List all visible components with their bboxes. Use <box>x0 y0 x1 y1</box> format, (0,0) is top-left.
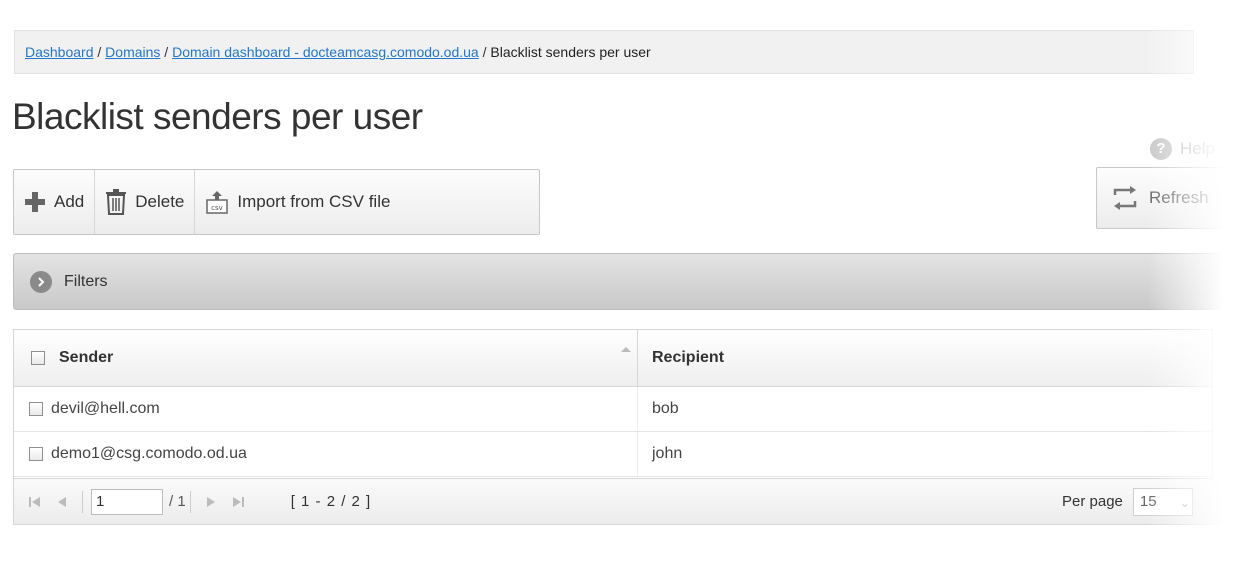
add-button-label: Add <box>54 192 85 211</box>
recipient-cell: bob <box>652 400 679 417</box>
breadcrumb-link-dashboard[interactable]: Dashboard <box>25 44 94 60</box>
table-header: Sender Recipient <box>14 330 1212 387</box>
refresh-icon <box>1113 186 1137 210</box>
filters-label: Filters <box>64 272 108 290</box>
last-page-icon[interactable] <box>231 495 245 509</box>
record-range: [ 1 - 2 / 2 ] <box>290 493 372 510</box>
first-page-icon[interactable] <box>28 495 42 509</box>
breadcrumb-separator: / <box>93 44 106 60</box>
per-page-label: Per page <box>1062 493 1123 510</box>
per-page-control: Per page 15 ⌄ <box>1062 479 1193 524</box>
select-all-checkbox[interactable] <box>31 351 45 365</box>
delete-button-label: Delete <box>135 192 185 211</box>
recipient-cell: john <box>652 445 683 462</box>
help-icon: ? <box>1150 138 1172 160</box>
breadcrumb-separator: / <box>478 44 491 60</box>
breadcrumb-current: Blacklist senders per user <box>490 44 651 60</box>
chevron-down-icon: ⌄ <box>1179 495 1190 510</box>
pager-divider <box>82 490 83 513</box>
breadcrumb-link-domains[interactable]: Domains <box>105 44 160 60</box>
delete-button[interactable]: Delete <box>95 170 196 234</box>
column-header-sender[interactable]: Sender <box>14 330 638 386</box>
pagination-bar: 1 / 1 [ 1 - 2 / 2 ] Per page 15 ⌄ <box>13 479 1237 525</box>
svg-text:csv: csv <box>212 204 224 212</box>
sender-cell: demo1@csg.comodo.od.ua <box>51 445 247 462</box>
filters-panel-toggle[interactable]: Filters <box>13 253 1223 310</box>
senders-table: Sender Recipient devil@hell.com bob demo… <box>13 329 1213 479</box>
import-csv-button-label: Import from CSV file <box>237 192 391 211</box>
table-row[interactable]: demo1@csg.comodo.od.ua john <box>14 432 1212 477</box>
column-header-recipient-label: Recipient <box>652 349 725 366</box>
sender-cell: devil@hell.com <box>51 400 160 417</box>
refresh-button-label: Refresh <box>1149 188 1209 207</box>
per-page-value: 15 <box>1139 492 1157 510</box>
csv-import-icon: csv <box>206 191 229 214</box>
page-number-input[interactable]: 1 <box>91 488 163 515</box>
help-link[interactable]: ? Help <box>1150 138 1215 160</box>
plus-icon <box>25 192 45 212</box>
chevron-right-icon <box>30 270 52 293</box>
next-page-icon[interactable] <box>205 495 217 509</box>
per-page-select[interactable]: 15 ⌄ <box>1132 487 1193 516</box>
column-header-sender-label: Sender <box>59 349 114 366</box>
page-total: / 1 <box>169 493 186 510</box>
breadcrumb-link-domain-dashboard[interactable]: Domain dashboard - docteamcasg.comodo.od… <box>172 44 479 60</box>
row-checkbox[interactable] <box>29 447 43 461</box>
breadcrumb-separator: / <box>160 44 173 60</box>
trash-icon <box>106 189 127 215</box>
page-title: Blacklist senders per user <box>12 96 423 137</box>
row-checkbox[interactable] <box>29 402 43 416</box>
column-header-recipient[interactable]: Recipient <box>638 330 1212 386</box>
toolbar: Add Delete csv Import from CSV file <box>13 169 540 235</box>
sort-ascending-icon <box>621 347 631 352</box>
breadcrumb: Dashboard / Domains / Domain dashboard -… <box>14 30 1194 74</box>
help-label: Help <box>1180 139 1215 158</box>
prev-page-icon[interactable] <box>56 495 68 509</box>
pager-divider <box>189 490 191 513</box>
table-row[interactable]: devil@hell.com bob <box>14 387 1212 432</box>
refresh-button[interactable]: Refresh <box>1096 167 1236 229</box>
import-csv-button[interactable]: csv Import from CSV file <box>195 170 400 234</box>
add-button[interactable]: Add <box>14 170 96 234</box>
